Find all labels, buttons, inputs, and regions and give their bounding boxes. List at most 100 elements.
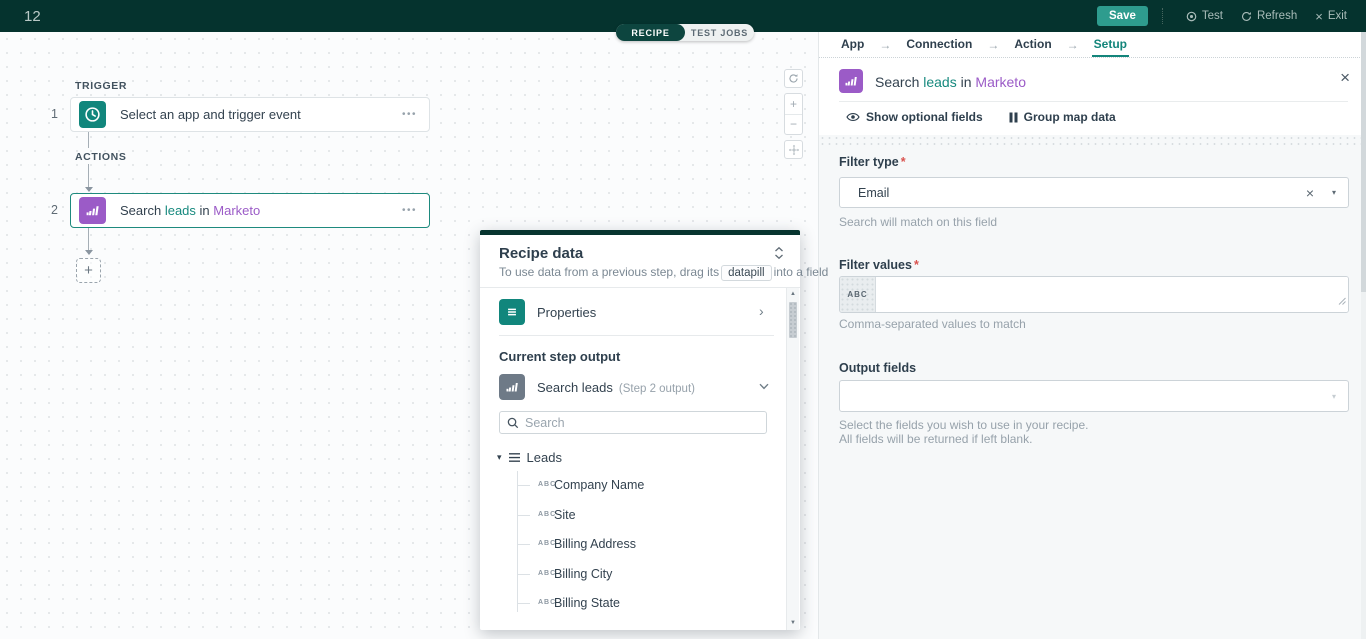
clock-icon bbox=[79, 101, 106, 128]
fit-view-button[interactable] bbox=[784, 140, 803, 159]
connector-line bbox=[88, 228, 89, 250]
required-asterisk: * bbox=[901, 155, 906, 169]
stepper-connection[interactable]: Connection bbox=[904, 32, 974, 57]
tree-branch bbox=[517, 485, 530, 486]
output-fields-help-1: Select the fields you wish to use in you… bbox=[839, 418, 1088, 432]
recipe-number: 12 bbox=[24, 8, 41, 25]
zoom-out-button[interactable]: − bbox=[785, 115, 802, 135]
step-1-number: 1 bbox=[40, 107, 58, 121]
expand-collapse-icon bbox=[774, 246, 784, 260]
refresh-button[interactable]: Refresh bbox=[1241, 10, 1297, 22]
group-map-data-button[interactable]: Group map data bbox=[1009, 110, 1116, 124]
step-output-note: (Step 2 output) bbox=[619, 383, 695, 395]
add-step-button[interactable]: + bbox=[76, 258, 101, 283]
title-object-link[interactable]: leads bbox=[923, 74, 956, 90]
datapill-billing-state[interactable]: ABC Billing State bbox=[480, 593, 770, 613]
tab-recipe[interactable]: RECIPE bbox=[616, 24, 685, 41]
properties-icon bbox=[499, 299, 525, 325]
title-app-link[interactable]: Marketo bbox=[975, 74, 1026, 90]
search-input[interactable] bbox=[525, 416, 759, 430]
step-2-object-link[interactable]: leads bbox=[165, 203, 196, 218]
columns-icon bbox=[1009, 112, 1018, 123]
top-bar-actions: Save Test Refresh × Exit bbox=[1097, 0, 1356, 32]
resize-handle[interactable] bbox=[1338, 292, 1346, 310]
marketo-icon bbox=[79, 197, 106, 224]
clear-icon[interactable]: × bbox=[1306, 185, 1314, 201]
show-optional-fields-label: Show optional fields bbox=[866, 110, 983, 124]
dotted-divider bbox=[819, 135, 1366, 146]
datapill-label: Billing City bbox=[554, 567, 612, 581]
properties-row[interactable]: Properties bbox=[537, 305, 596, 320]
filter-type-select[interactable]: Email × ▾ bbox=[839, 177, 1349, 208]
required-asterisk: * bbox=[914, 258, 919, 272]
datapill-billing-address[interactable]: ABC Billing Address bbox=[480, 534, 770, 554]
step-2-title: Search leads in Marketo bbox=[120, 203, 260, 218]
dropdown-caret-icon[interactable]: ▾ bbox=[1332, 188, 1336, 197]
stepper-app[interactable]: App bbox=[839, 32, 866, 57]
title-action: Search bbox=[875, 74, 919, 90]
rotate-icon bbox=[788, 73, 799, 84]
collapse-panel-button[interactable] bbox=[774, 246, 784, 265]
tree-branch bbox=[517, 574, 530, 575]
tree-branch bbox=[517, 603, 530, 604]
show-optional-fields-button[interactable]: Show optional fields bbox=[846, 110, 983, 124]
datapill-search-box bbox=[499, 411, 767, 434]
step-2-app-link[interactable]: Marketo bbox=[213, 203, 260, 218]
filter-values-input[interactable] bbox=[876, 277, 1348, 312]
action-step-card[interactable]: Search leads in Marketo ••• bbox=[70, 193, 430, 228]
step-1-menu-button[interactable]: ••• bbox=[402, 109, 417, 120]
label-text: Filter type bbox=[839, 155, 899, 169]
close-icon: × bbox=[1315, 9, 1323, 24]
hint-suffix: into a field bbox=[774, 265, 829, 279]
test-button[interactable]: Test bbox=[1186, 10, 1223, 22]
filter-values-help: Comma-separated values to match bbox=[839, 317, 1026, 331]
scroll-up-arrow[interactable]: ▲ bbox=[790, 291, 796, 297]
step-2-menu-button[interactable]: ••• bbox=[402, 205, 417, 216]
dropdown-caret-icon: ▾ bbox=[1332, 392, 1336, 401]
close-panel-button[interactable]: × bbox=[1340, 69, 1350, 86]
zoom-in-button[interactable]: + bbox=[785, 94, 802, 115]
stepper-arrow-icon: → bbox=[1067, 32, 1079, 57]
tab-test-jobs[interactable]: TEST JOBS bbox=[685, 24, 754, 41]
datapill-company-name[interactable]: ABC Company Name bbox=[480, 475, 770, 495]
panel-options: Show optional fields Group map data bbox=[846, 110, 1116, 124]
leads-tree-toggle[interactable]: ▾ Leads bbox=[497, 450, 562, 465]
stepper-action[interactable]: Action bbox=[1012, 32, 1053, 57]
panel-scrollbar[interactable]: ▲ ▼ bbox=[786, 288, 799, 630]
step-output-row[interactable]: Search leads (Step 2 output) bbox=[537, 380, 695, 395]
search-icon bbox=[507, 417, 519, 429]
datapill-chip: datapill bbox=[721, 265, 771, 281]
save-button[interactable]: Save bbox=[1097, 6, 1148, 26]
output-fields-label: Output fields bbox=[839, 361, 916, 375]
datapill-site[interactable]: ABC Site bbox=[480, 505, 770, 525]
chevron-right-icon[interactable]: › bbox=[759, 303, 764, 319]
view-toggle: RECIPE TEST JOBS bbox=[616, 24, 754, 41]
recipe-data-title: Recipe data bbox=[499, 245, 583, 262]
group-map-data-label: Group map data bbox=[1024, 110, 1116, 124]
reset-view-button[interactable] bbox=[784, 69, 803, 88]
zoom-controls: + − bbox=[784, 93, 803, 135]
label-text: Filter values bbox=[839, 258, 912, 272]
page-scrollbar[interactable] bbox=[1361, 32, 1366, 639]
setup-panel: App → Connection → Action → Setup Search… bbox=[818, 32, 1366, 639]
title-connector: in bbox=[961, 74, 972, 90]
exit-button[interactable]: × Exit bbox=[1315, 9, 1347, 24]
scroll-down-arrow[interactable]: ▼ bbox=[790, 620, 796, 626]
connector-arrowhead bbox=[85, 250, 93, 255]
page-scrollbar-thumb[interactable] bbox=[1361, 32, 1366, 292]
scrollbar-thumb[interactable] bbox=[789, 302, 797, 338]
marketo-icon bbox=[839, 69, 863, 93]
chevron-down-icon[interactable] bbox=[759, 377, 769, 395]
panel-accent-bar bbox=[480, 230, 800, 235]
step-output-label: Search leads bbox=[537, 380, 613, 395]
actions-section-label: ACTIONS bbox=[75, 151, 126, 163]
datapill-billing-city[interactable]: ABC Billing City bbox=[480, 564, 770, 584]
output-fields-select[interactable]: ▾ bbox=[839, 380, 1349, 412]
tree-branch bbox=[517, 544, 530, 545]
app-window: 12 Save Test Refresh × Exit RECIPE TEST … bbox=[0, 0, 1366, 639]
step-2-connector: in bbox=[200, 203, 210, 218]
stepper-arrow-icon: → bbox=[987, 32, 999, 57]
tree-branch bbox=[517, 515, 530, 516]
trigger-step-card[interactable]: Select an app and trigger event ••• bbox=[70, 97, 430, 132]
stepper-setup[interactable]: Setup bbox=[1092, 32, 1129, 57]
